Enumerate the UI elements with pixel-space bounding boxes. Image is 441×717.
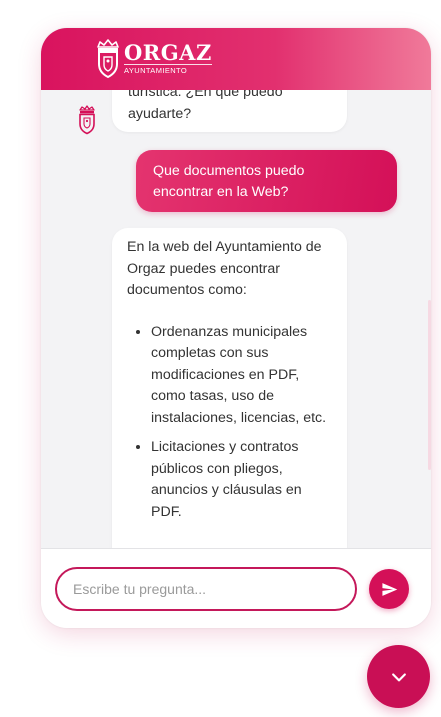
brand-name: ORGAZ: [124, 40, 212, 65]
list-item: Ordenanzas municipales completas con sus…: [151, 322, 335, 430]
message-line: turística. ¿En qué puedo: [128, 90, 283, 100]
question-input[interactable]: [55, 567, 357, 611]
document-list: Ordenanzas municipales completas con sus…: [127, 322, 335, 524]
orgaz-logo: ORGAZ AYUNTAMIENTO: [95, 38, 212, 80]
bot-message: turística. ¿En qué puedo ayudarte?: [112, 90, 347, 132]
message-line: ayudarte?: [128, 105, 192, 122]
bot-message: En la web del Ayuntamiento de Orgaz pued…: [112, 228, 347, 548]
collapse-chat-button[interactable]: [367, 645, 430, 708]
brand-subtitle: AYUNTAMIENTO: [124, 64, 212, 75]
message-line: encontrar en la Web?: [153, 183, 289, 200]
message-list[interactable]: turística. ¿En qué puedo ayudarte? Que d…: [41, 90, 431, 548]
user-message: Que documentos puedo encontrar en la Web…: [136, 150, 397, 212]
message-line: Que documentos puedo: [153, 163, 305, 179]
list-item: Licitaciones y contratos públicos con pl…: [151, 437, 335, 523]
message-intro: En la web del Ayuntamiento de Orgaz pued…: [127, 239, 322, 298]
send-button[interactable]: [369, 569, 409, 609]
chevron-down-icon: [391, 672, 406, 681]
chat-header: ORGAZ AYUNTAMIENTO: [41, 28, 431, 90]
scrollbar-thumb[interactable]: [428, 300, 431, 470]
coat-of-arms-icon: [97, 39, 119, 79]
send-icon: [381, 582, 397, 596]
chat-widget: ORGAZ AYUNTAMIENTO turística. ¿En qué pu…: [41, 28, 431, 628]
bot-avatar-icon: [79, 105, 95, 135]
composer: [41, 548, 431, 628]
